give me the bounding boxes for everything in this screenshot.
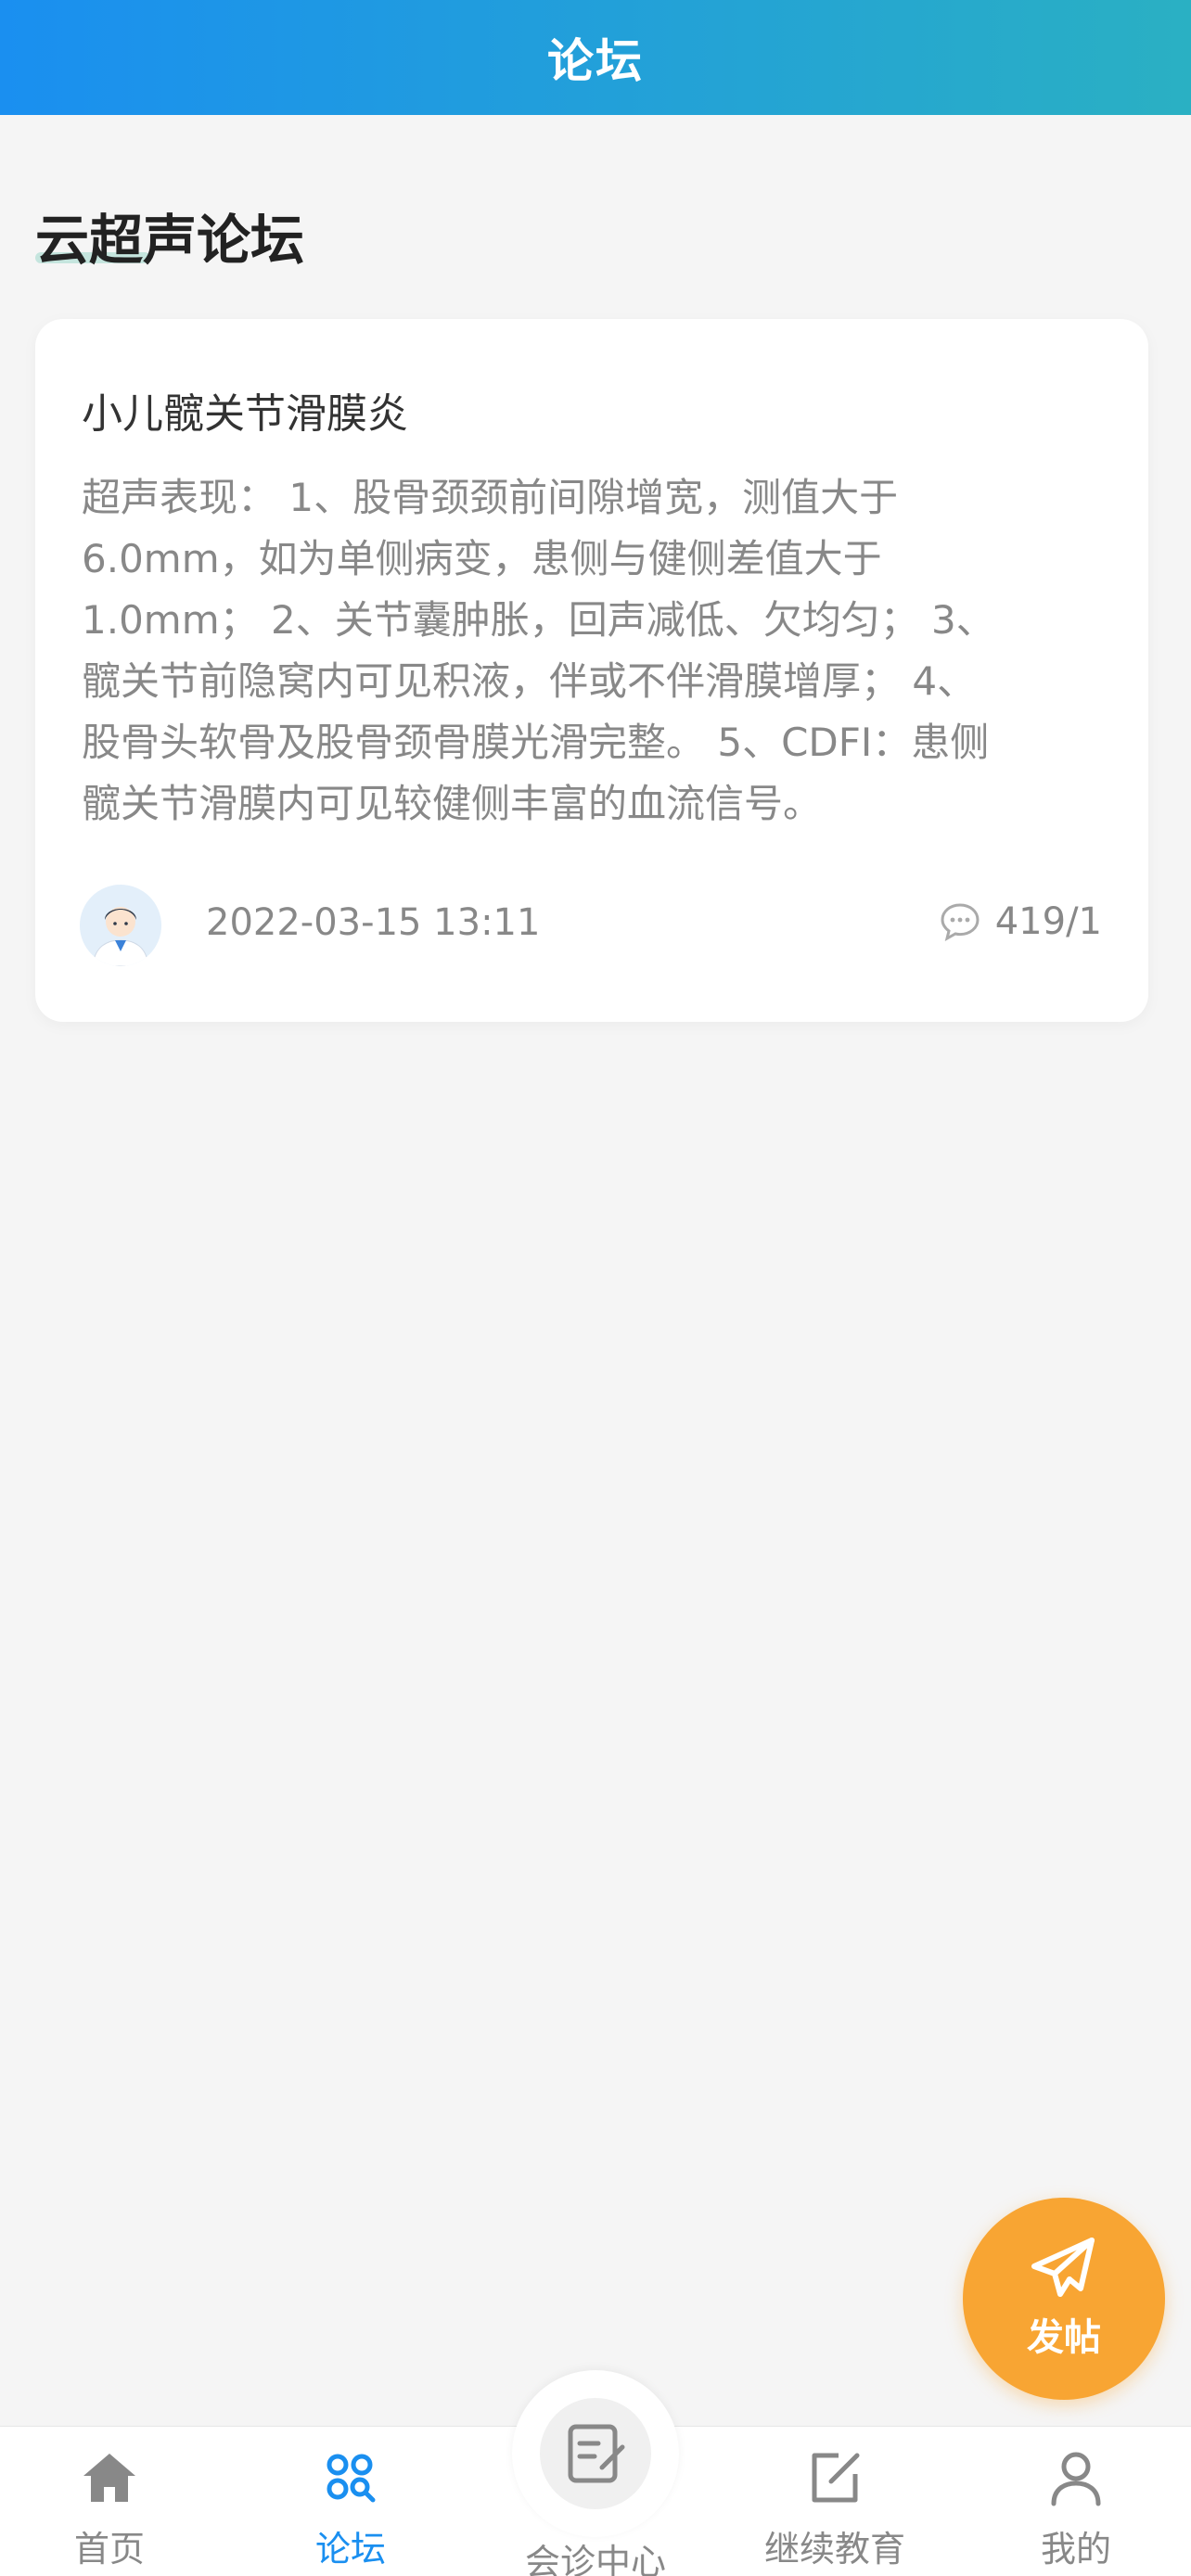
new-post-button[interactable]: 发帖 (963, 2198, 1165, 2400)
comment-stat[interactable]: 419/1 (938, 899, 1102, 944)
tab-home[interactable]: 首页 (7, 2448, 211, 2576)
tab-label: 首页 (73, 2529, 145, 2570)
tab-consult-button[interactable] (540, 2398, 651, 2509)
author-avatar[interactable] (80, 885, 161, 966)
post-body-line: 髋关节前隐窝内可见积液，伴或不伴滑膜增厚； 4、 (82, 658, 977, 704)
page-title: 论坛 (547, 34, 644, 88)
top-nav-bar: 论坛 (0, 0, 1191, 115)
post-timestamp: 2022-03-15 13:11 (206, 901, 541, 944)
tab-education[interactable]: 继续教育 (733, 2448, 937, 2576)
post-body-line: 股骨头软骨及股骨颈骨膜光滑完整。 5、CDFI：患侧 (82, 720, 990, 765)
post-card[interactable]: 小儿髋关节滑膜炎 超声表现： 1、股骨颈颈前间隙增宽，测值大于 6.0mm，如为… (35, 319, 1148, 1022)
comment-count: 419/1 (994, 900, 1102, 943)
post-body-line: 6.0mm，如为单侧病变，患侧与健侧差值大于 (82, 536, 882, 581)
home-icon (83, 2454, 135, 2502)
tab-label: 论坛 (314, 2529, 386, 2570)
consult-icon (568, 2424, 625, 2483)
tab-label: 继续教育 (763, 2529, 905, 2570)
paper-plane-icon (1031, 2238, 1095, 2297)
section-title: 云超声论坛 (35, 209, 305, 272)
post-body-line: 髋关节滑膜内可见较健侧丰富的血流信号。 (82, 781, 823, 826)
doctor-avatar-icon (80, 885, 161, 966)
edit-icon (812, 2453, 860, 2503)
post-body: 超声表现： 1、股骨颈颈前间隙增宽，测值大于 6.0mm，如为单侧病变，患侧与健… (82, 467, 1111, 835)
tab-profile[interactable]: 我的 (974, 2448, 1178, 2576)
forum-icon (327, 2454, 376, 2503)
post-body-line: 1.0mm； 2、关节囊肿胀，回声减低、欠均匀； 3、 (82, 597, 995, 643)
forum-page: 论坛 云超声论坛 小儿髋关节滑膜炎 超声表现： 1、股骨颈颈前间隙增宽，测值大于… (0, 0, 1191, 2576)
new-post-label: 发帖 (1027, 2316, 1101, 2359)
tab-forum[interactable]: 论坛 (249, 2448, 453, 2576)
post-body-line: 超声表现： 1、股骨颈颈前间隙增宽，测值大于 (82, 475, 899, 520)
comment-bubble-icon (941, 903, 980, 941)
tab-label: 我的 (1040, 2529, 1111, 2570)
user-icon (1051, 2452, 1101, 2506)
post-title: 小儿髋关节滑膜炎 (82, 390, 408, 438)
tab-consult-label[interactable]: 会诊中心 (493, 2533, 698, 2576)
